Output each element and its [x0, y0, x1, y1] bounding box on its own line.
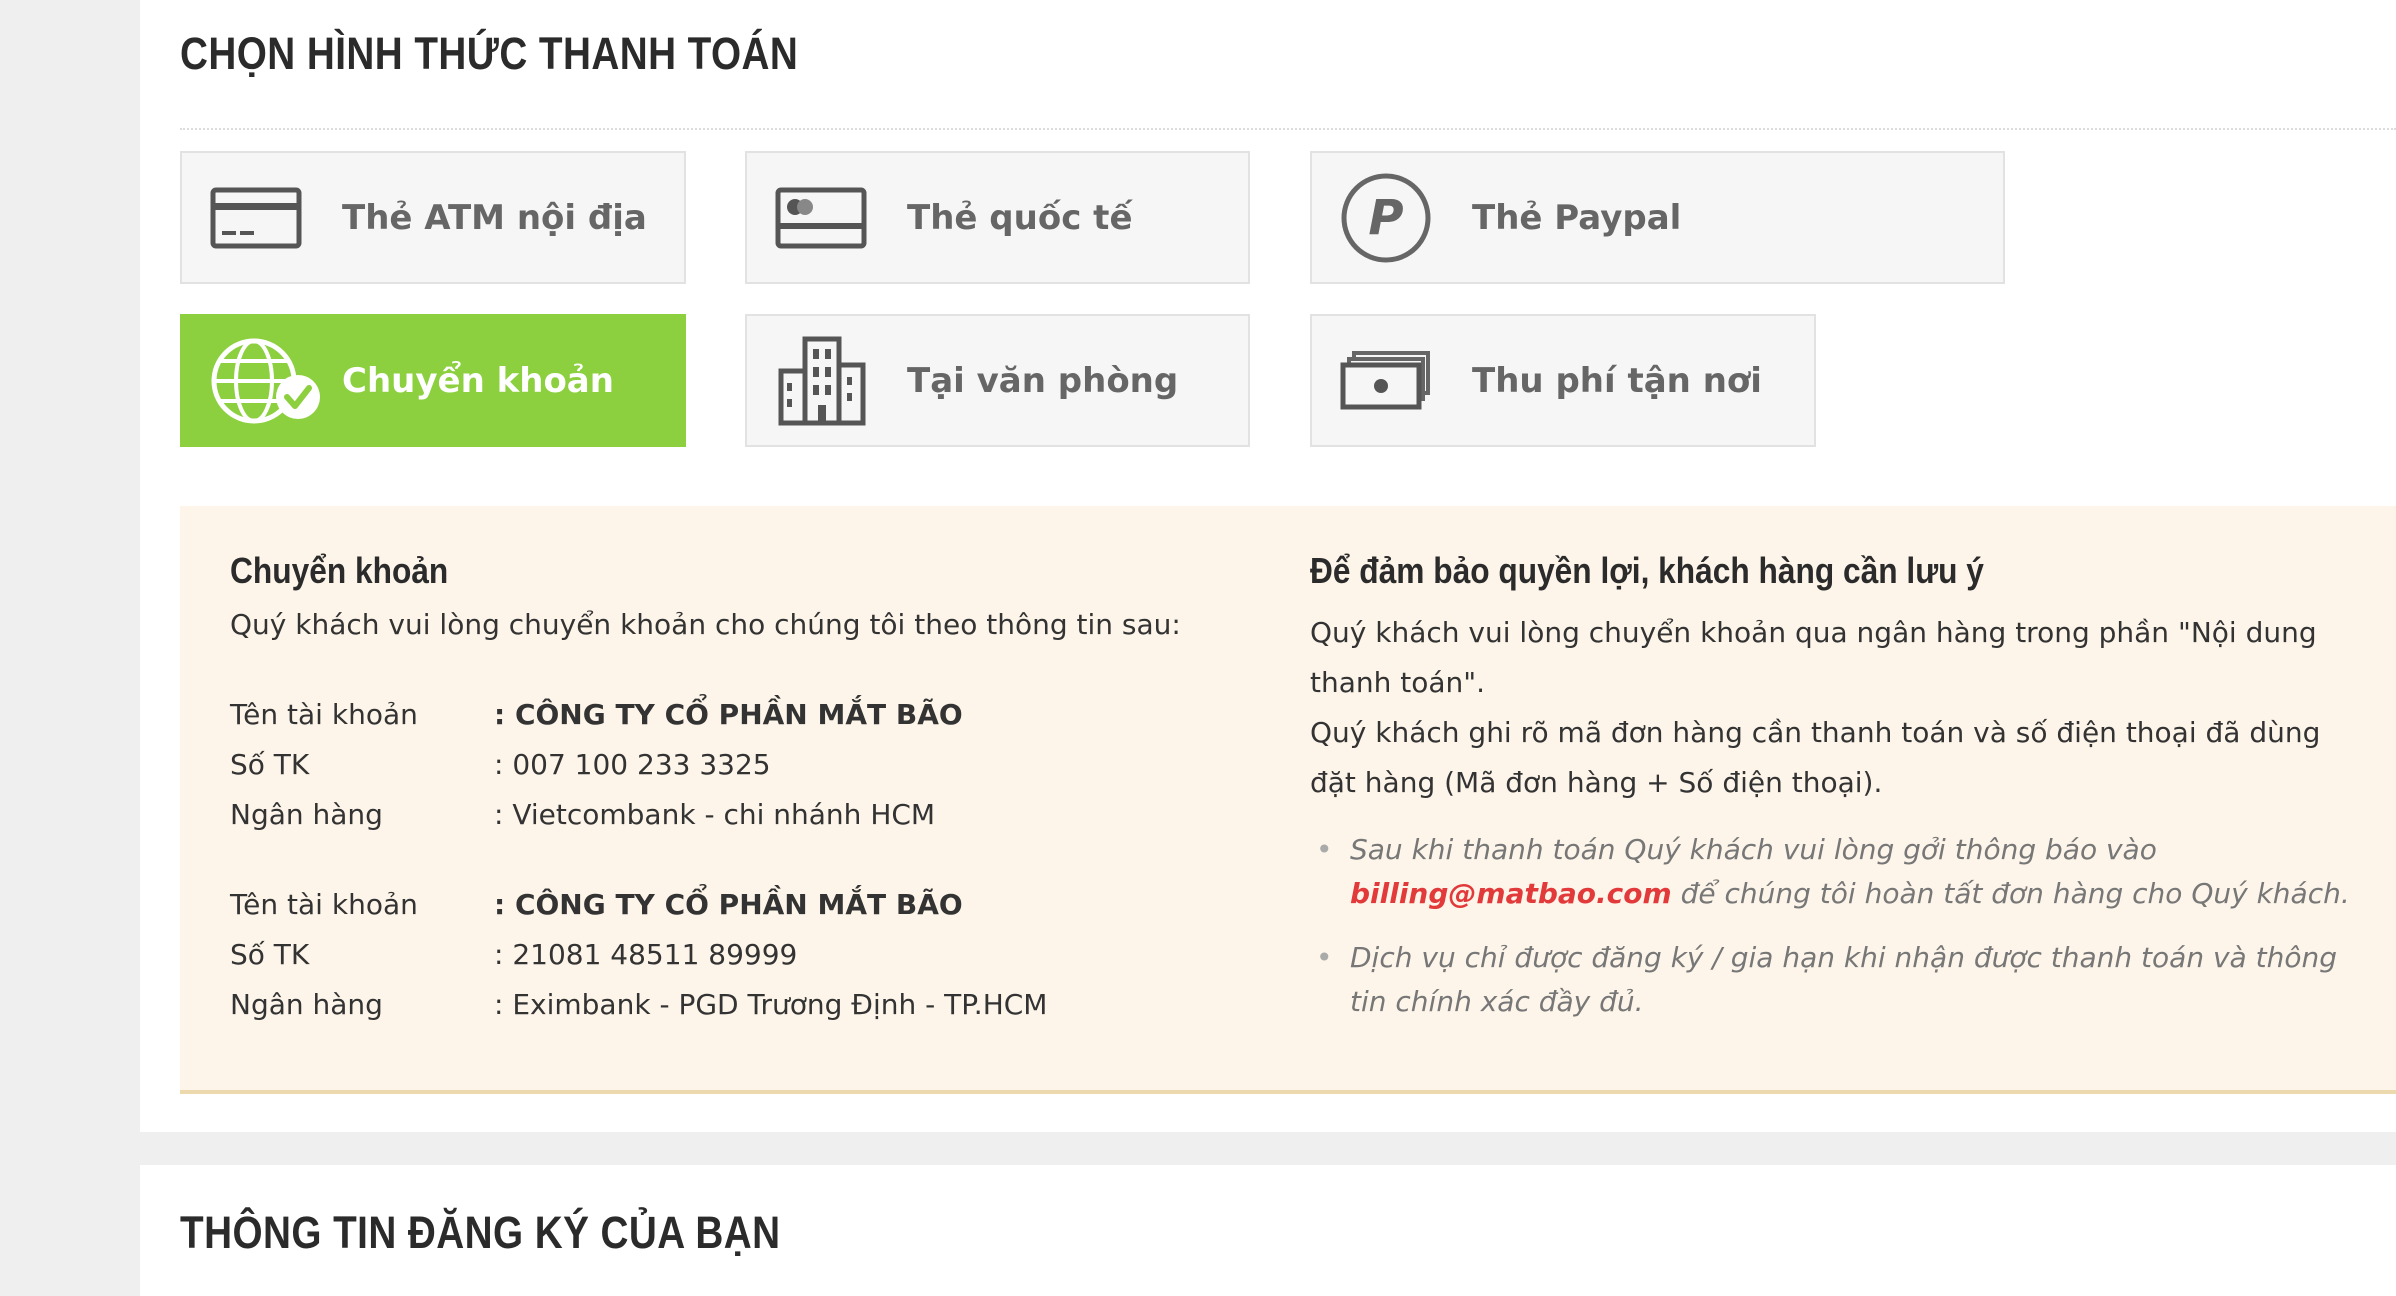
svg-text:P: P	[1368, 190, 1403, 246]
account-name-row: Tên tài khoản : CÔNG TY CỔ PHẦN MẮT BÃO	[230, 880, 1230, 930]
account-name-label: Tên tài khoản	[230, 698, 418, 731]
notice-bullet-1-text: Sau khi thanh toán Quý khách vui lòng gở…	[1350, 833, 2157, 866]
account-number-value: : 21081 48511 89999	[494, 938, 798, 971]
bank-name-label: Ngân hàng	[230, 988, 383, 1021]
bank-name-row: Ngân hàng : Eximbank - PGD Trương Định -…	[230, 980, 1230, 1030]
account-name-value: : CÔNG TY CỔ PHẦN MẮT BÃO	[494, 698, 963, 731]
notice-paragraph-2: Quý khách ghi rõ mã đơn hàng cần thanh t…	[1310, 716, 2321, 799]
notice-bullets: Sau khi thanh toán Quý khách vui lòng gở…	[1310, 828, 2350, 1024]
bank-account-2: Tên tài khoản : CÔNG TY CỔ PHẦN MẮT BÃO …	[230, 880, 1230, 1030]
bank-account-1: Tên tài khoản : CÔNG TY CỔ PHẦN MẮT BÃO …	[230, 690, 1230, 840]
payment-panel: CHỌN HÌNH THỨC THANH TOÁN Thẻ ATM nội đị…	[140, 0, 2396, 1132]
transfer-info-box: Chuyển khoản Quý khách vui lòng chuyển k…	[180, 506, 2396, 1094]
payment-option-international[interactable]: Thẻ quốc tế	[745, 151, 1250, 284]
account-number-row: Số TK : 007 100 233 3325	[230, 740, 1230, 790]
registration-panel: THÔNG TIN ĐĂNG KÝ CỦA BẠN	[140, 1165, 2396, 1296]
transfer-title: Chuyển khoản	[230, 550, 449, 591]
payment-option-label: Thẻ quốc tế	[907, 197, 1133, 238]
paypal-icon: P	[1341, 173, 1431, 262]
payment-option-cash[interactable]: Thu phí tận nơi	[1310, 314, 1816, 447]
account-name-row: Tên tài khoản : CÔNG TY CỔ PHẦN MẮT BÃO	[230, 690, 1230, 740]
registration-section-title: THÔNG TIN ĐĂNG KÝ CỦA BẠN	[180, 1207, 781, 1258]
billing-email-link[interactable]: billing@matbao.com	[1350, 877, 1672, 910]
payment-option-label: Thu phí tận nơi	[1472, 360, 1762, 401]
payment-option-paypal[interactable]: P Thẻ Paypal	[1310, 151, 2005, 284]
transfer-intro: Quý khách vui lòng chuyển khoản cho chún…	[230, 608, 1181, 641]
account-name-label: Tên tài khoản	[230, 888, 418, 921]
divider	[180, 128, 2396, 130]
account-number-row: Số TK : 21081 48511 89999	[230, 930, 1230, 980]
payment-option-atm[interactable]: Thẻ ATM nội địa	[180, 151, 686, 284]
globe-transfer-icon	[211, 338, 320, 423]
office-building-icon	[778, 336, 866, 425]
customer-notice: Để đảm bảo quyền lợi, khách hàng cần lưu…	[1310, 546, 2350, 1044]
bank-name-value: : Eximbank - PGD Trương Định - TP.HCM	[494, 988, 1048, 1021]
payment-option-label: Tại văn phòng	[907, 360, 1179, 401]
payment-option-office[interactable]: Tại văn phòng	[745, 314, 1250, 447]
bank-name-row: Ngân hàng : Vietcombank - chi nhánh HCM	[230, 790, 1230, 840]
cash-icon	[1340, 350, 1430, 409]
bank-name-label: Ngân hàng	[230, 798, 383, 831]
bank-name-value: : Vietcombank - chi nhánh HCM	[494, 798, 936, 831]
payment-section-title: CHỌN HÌNH THỨC THANH TOÁN	[180, 28, 799, 79]
credit-card-icon	[775, 187, 867, 248]
payment-option-label: Thẻ ATM nội địa	[342, 197, 647, 238]
payment-option-label: Chuyển khoản	[342, 360, 614, 401]
payment-option-transfer[interactable]: Chuyển khoản	[180, 314, 686, 447]
transfer-details: Chuyển khoản Quý khách vui lòng chuyển k…	[230, 546, 1230, 1030]
notice-bullet-2: Dịch vụ chỉ được đăng ký / gia hạn khi n…	[1310, 936, 2350, 1024]
account-number-label: Số TK	[230, 938, 310, 971]
notice-bullet-1-tail: để chúng tôi hoàn tất đơn hàng cho Quý k…	[1671, 877, 2350, 910]
notice-bullet-1: Sau khi thanh toán Quý khách vui lòng gở…	[1310, 828, 2350, 916]
account-number-label: Số TK	[230, 748, 310, 781]
payment-option-label: Thẻ Paypal	[1472, 197, 1682, 238]
notice-paragraph-1: Quý khách vui lòng chuyển khoản qua ngân…	[1310, 616, 2317, 699]
atm-card-icon	[210, 187, 302, 248]
account-number-value: : 007 100 233 3325	[494, 748, 771, 781]
notice-title: Để đảm bảo quyền lợi, khách hàng cần lưu…	[1310, 550, 1984, 591]
account-name-value: : CÔNG TY CỔ PHẦN MẮT BÃO	[494, 888, 963, 921]
